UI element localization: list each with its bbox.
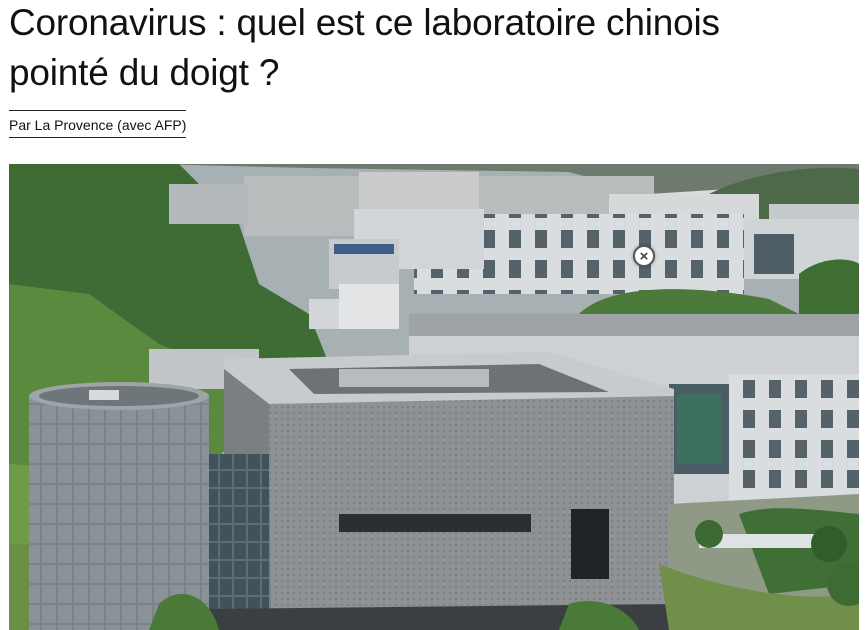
laboratory-photo-illustration xyxy=(9,164,859,630)
article-byline-link[interactable]: Par La Provence (avec AFP) xyxy=(9,110,187,138)
headline-line-1: Coronavirus : quel est ce laboratoire ch… xyxy=(9,2,720,43)
headline-line-2: pointé du doigt ? xyxy=(9,52,280,93)
article-headline: Coronavirus : quel est ce laboratoire ch… xyxy=(9,0,859,98)
close-icon[interactable]: × xyxy=(633,245,655,267)
close-glyph: × xyxy=(639,247,649,265)
article-photo xyxy=(9,164,859,630)
